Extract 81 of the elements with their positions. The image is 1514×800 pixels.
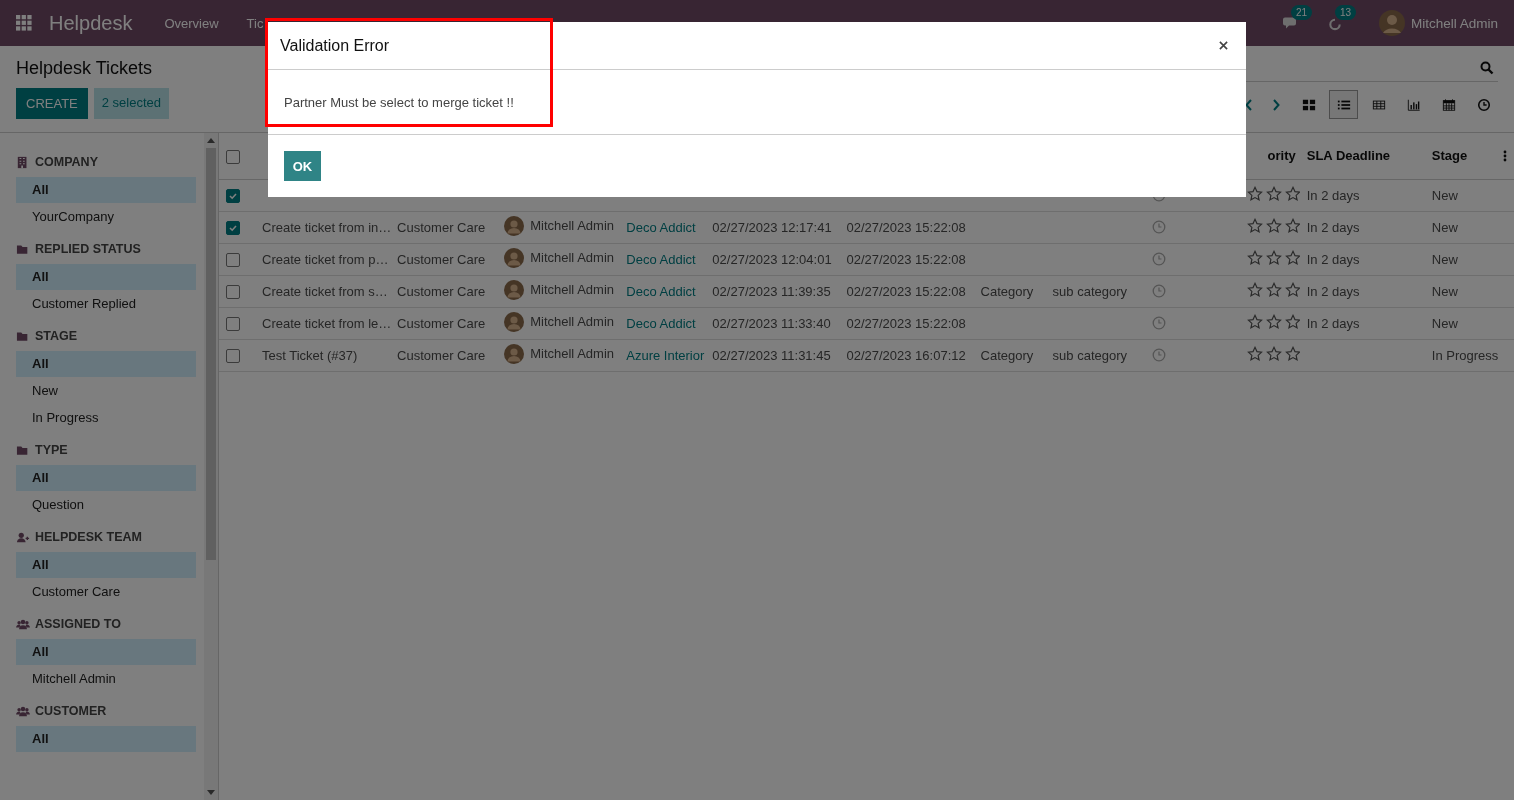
section-title: HELPDESK TEAM xyxy=(35,530,142,544)
filter-item[interactable]: New xyxy=(16,378,196,404)
filter-item[interactable]: In Progress xyxy=(16,405,196,431)
customer-link[interactable]: Deco Addict xyxy=(626,283,696,299)
sla-text: In 2 days xyxy=(1306,251,1360,267)
app-name[interactable]: Helpdesk xyxy=(49,11,133,35)
section-title: STAGE xyxy=(35,329,78,343)
filter-item[interactable]: Question xyxy=(16,492,196,518)
filter-item[interactable]: All xyxy=(16,351,196,377)
menu-item[interactable]: Tic xyxy=(246,15,264,31)
section-title: COMPANY xyxy=(35,155,98,169)
dialog-title: Validation Error xyxy=(280,36,390,55)
team-name: Customer Care xyxy=(397,283,486,299)
column-header[interactable]: Stage xyxy=(1431,148,1468,164)
filter-item[interactable]: All xyxy=(16,177,196,203)
user-name[interactable]: Mitchell Admin xyxy=(1410,15,1498,31)
section-title: CUSTOMER xyxy=(35,704,107,718)
create-button[interactable]: CREATE xyxy=(16,88,88,119)
customer-link[interactable]: Deco Addict xyxy=(626,251,696,267)
stage-text: New xyxy=(1431,283,1458,299)
section-title: REPLIED STATUS xyxy=(35,242,141,256)
menu-item[interactable]: Overview xyxy=(164,15,219,31)
ok-button[interactable]: OK xyxy=(284,151,321,181)
section-title: TYPE xyxy=(35,443,68,457)
date-text: 02/27/2023 12:04:01 xyxy=(712,251,832,267)
customer-link[interactable]: Azure Interior xyxy=(626,347,705,363)
filter-item[interactable]: All xyxy=(16,465,196,491)
category-text: Category xyxy=(980,347,1034,363)
customer-link[interactable]: Deco Addict xyxy=(626,219,696,235)
assignee-name: Mitchell Admin xyxy=(530,314,614,329)
ticket-name: Test Ticket (#37) xyxy=(262,347,358,363)
date-text: 02/27/2023 15:22:08 xyxy=(846,315,966,331)
subcategory-text: sub category xyxy=(1052,347,1127,363)
category-text: Category xyxy=(980,283,1034,299)
filter-item[interactable]: All xyxy=(16,726,196,752)
assignee-name: Mitchell Admin xyxy=(530,346,614,361)
date-text: 02/27/2023 15:22:08 xyxy=(846,251,966,267)
sla-text: In 2 days xyxy=(1306,315,1360,331)
stage-text: New xyxy=(1431,315,1458,331)
team-name: Customer Care xyxy=(397,315,486,331)
filter-item[interactable]: All xyxy=(16,264,196,290)
date-text: 02/27/2023 11:33:40 xyxy=(712,315,831,331)
stage-text: In Progress xyxy=(1431,347,1499,363)
date-text: 02/27/2023 12:17:41 xyxy=(712,219,832,235)
column-header[interactable]: SLA Deadline xyxy=(1306,148,1391,164)
selection-counter[interactable]: 2 selected xyxy=(93,88,170,119)
ticket-name: Create ticket from le… xyxy=(262,315,391,331)
date-text: 02/27/2023 15:22:08 xyxy=(846,219,966,235)
section-title: ASSIGNED TO xyxy=(35,617,121,631)
sla-text: In 2 days xyxy=(1306,283,1360,299)
page-title: Helpdesk Tickets xyxy=(16,58,154,79)
ticket-name: Create ticket from s… xyxy=(262,283,388,299)
date-text: 02/27/2023 11:31:45 xyxy=(712,347,831,363)
sla-text: In 2 days xyxy=(1306,219,1360,235)
team-name: Customer Care xyxy=(397,251,486,267)
assignee-name: Mitchell Admin xyxy=(530,218,614,233)
assignee-name: Mitchell Admin xyxy=(530,282,614,297)
date-text: 02/27/2023 16:07:12 xyxy=(846,347,966,363)
filter-item[interactable]: All xyxy=(16,639,196,665)
team-name: Customer Care xyxy=(397,347,486,363)
column-header[interactable]: ority xyxy=(1267,148,1296,164)
filter-item[interactable]: Customer Replied xyxy=(16,291,196,317)
count-badge: 21 xyxy=(1290,4,1313,20)
stage-text: New xyxy=(1431,219,1458,235)
ticket-name: Create ticket from in… xyxy=(262,219,391,235)
filter-item[interactable]: YourCompany xyxy=(16,204,196,230)
filter-item[interactable]: All xyxy=(16,552,196,578)
stage-text: New xyxy=(1431,187,1458,203)
assignee-name: Mitchell Admin xyxy=(530,250,614,265)
customer-link[interactable]: Deco Addict xyxy=(626,315,696,331)
dialog-message: Partner Must be select to merge ticket !! xyxy=(284,94,514,110)
team-name: Customer Care xyxy=(397,219,486,235)
filter-item[interactable]: Mitchell Admin xyxy=(16,666,196,692)
count-badge: 13 xyxy=(1334,4,1357,20)
sla-text: In 2 days xyxy=(1306,187,1360,203)
date-text: 02/27/2023 11:39:35 xyxy=(712,283,831,299)
ticket-name: Create ticket from p… xyxy=(262,251,389,267)
subcategory-text: sub category xyxy=(1052,283,1127,299)
stage-text: New xyxy=(1431,251,1458,267)
date-text: 02/27/2023 15:22:08 xyxy=(846,283,966,299)
filter-item[interactable]: Customer Care xyxy=(16,579,196,605)
